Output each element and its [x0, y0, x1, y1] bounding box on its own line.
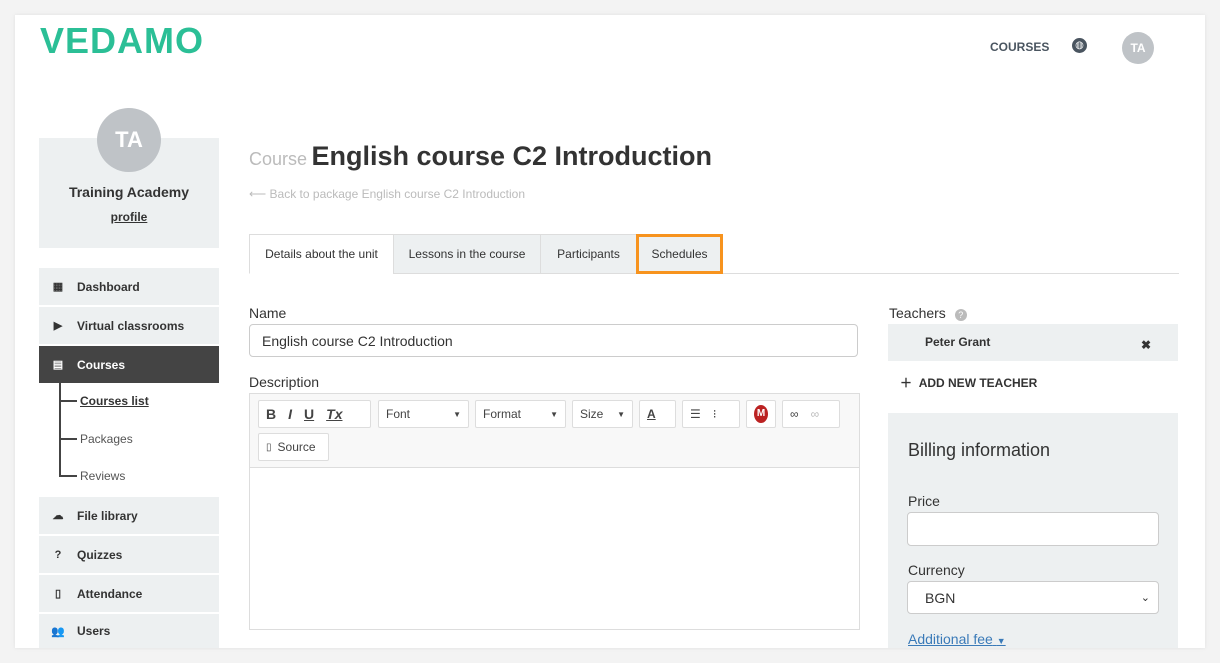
- basic-styles-group: B I U Tx: [258, 400, 371, 428]
- teacher-name: Peter Grant: [925, 335, 991, 349]
- numbered-list-icon[interactable]: ☰: [690, 407, 701, 421]
- bulleted-list-icon[interactable]: ⁝: [713, 407, 717, 421]
- tab-schedules[interactable]: Schedules: [636, 234, 723, 274]
- teacher-row: Peter Grant ✖: [888, 324, 1178, 361]
- caret-down-icon: ▼: [453, 409, 461, 419]
- caret-down-icon: ▼: [550, 409, 558, 419]
- source-button[interactable]: ▯ Source: [258, 433, 329, 461]
- source-label: Source: [277, 440, 316, 454]
- play-icon: ▶: [53, 320, 63, 332]
- sidebar-sub-packages[interactable]: Packages: [80, 432, 133, 446]
- tab-bar: Details about the unit Lessons in the co…: [249, 234, 1179, 274]
- currency-select[interactable]: BGN ⌄: [907, 581, 1159, 614]
- users-icon: 👥: [51, 625, 65, 638]
- profile-link[interactable]: profile: [39, 210, 219, 224]
- additional-fee-toggle[interactable]: Additional fee ▼: [908, 631, 1006, 647]
- document-icon: ▯: [54, 588, 62, 600]
- teachers-label-text: Teachers: [889, 305, 946, 321]
- sidebar-item-users[interactable]: 👥 Users: [39, 614, 219, 648]
- name-input[interactable]: English course C2 Introduction: [249, 324, 858, 357]
- profile-name: Training Academy: [68, 184, 190, 200]
- book-icon: ▤: [52, 359, 64, 371]
- caret-down-icon: ▼: [996, 636, 1006, 646]
- price-label: Price: [908, 493, 940, 509]
- sidebar-item-courses[interactable]: ▤ Courses: [39, 346, 219, 383]
- sidebar-label: Dashboard: [77, 279, 140, 294]
- format-label: Format: [483, 407, 522, 421]
- sidebar-item-attendance[interactable]: ▯ Attendance: [39, 575, 219, 612]
- font-label: Font: [386, 407, 411, 421]
- sidebar-label: Courses: [77, 357, 126, 372]
- size-dropdown[interactable]: Size ▼: [572, 400, 633, 428]
- tree-line: [59, 383, 61, 477]
- remove-teacher-icon[interactable]: ✖: [1141, 338, 1151, 352]
- text-color-button[interactable]: A: [639, 400, 676, 428]
- sidebar-label: Attendance: [77, 586, 143, 601]
- link-icon[interactable]: ∞: [790, 407, 799, 421]
- math-plugin-button[interactable]: M: [746, 400, 776, 428]
- vedamo-logo[interactable]: VEDAMO: [40, 20, 204, 62]
- sidebar-item-quizzes[interactable]: ? Quizzes: [39, 536, 219, 573]
- math-m-icon: M: [754, 405, 768, 423]
- title-text: English course C2 Introduction: [311, 141, 713, 171]
- add-teacher-label: ADD NEW TEACHER: [918, 376, 1038, 390]
- name-label: Name: [249, 305, 287, 321]
- unlink-icon[interactable]: ∞: [811, 407, 820, 421]
- bold-button[interactable]: B: [266, 406, 276, 422]
- additional-fee-label: Additional fee: [908, 631, 993, 647]
- add-teacher-button[interactable]: ＋ ADD NEW TEACHER: [900, 374, 1037, 391]
- tree-tick: [59, 438, 77, 440]
- cloud-upload-icon: ☁: [52, 510, 64, 522]
- size-label: Size: [580, 407, 604, 421]
- currency-value: BGN: [925, 589, 956, 606]
- sidebar-item-file-library[interactable]: ☁ File library: [39, 497, 219, 534]
- sidebar-item-virtual-classrooms[interactable]: ▶ Virtual classrooms: [39, 307, 219, 344]
- help-icon[interactable]: ?: [954, 309, 967, 321]
- user-avatar[interactable]: TA: [1122, 32, 1154, 64]
- format-dropdown[interactable]: Format ▼: [475, 400, 566, 428]
- chevron-down-icon: ⌄: [1140, 592, 1150, 604]
- question-icon: ?: [54, 548, 62, 561]
- remove-format-button[interactable]: Tx: [326, 406, 342, 422]
- sidebar-label: Virtual classrooms: [77, 318, 185, 333]
- font-dropdown[interactable]: Font ▼: [378, 400, 469, 428]
- page-title: Course English course C2 Introduction: [249, 141, 712, 172]
- underline-button[interactable]: U: [304, 406, 314, 422]
- italic-button[interactable]: I: [288, 406, 292, 422]
- sidebar-sub-courses-list[interactable]: Courses list: [80, 394, 149, 408]
- sidebar-sub-reviews[interactable]: Reviews: [80, 469, 125, 483]
- list-group: ☰ ⁝: [682, 400, 740, 428]
- tree-tick: [59, 475, 77, 477]
- sidebar-label: File library: [77, 508, 138, 523]
- profile-avatar: TA: [97, 108, 161, 172]
- billing-title: Billing information: [908, 440, 1051, 460]
- nav-courses[interactable]: COURSES: [990, 40, 1049, 54]
- dashboard-icon: ▦: [52, 281, 64, 293]
- tab-details[interactable]: Details about the unit: [249, 234, 394, 274]
- title-prefix: Course: [249, 149, 308, 169]
- source-icon: ▯: [266, 441, 272, 453]
- sidebar-label: Quizzes: [77, 547, 123, 562]
- tree-tick: [59, 400, 77, 402]
- link-group: ∞ ∞: [782, 400, 840, 428]
- price-input[interactable]: [907, 512, 1159, 546]
- currency-label: Currency: [908, 562, 965, 578]
- tab-participants[interactable]: Participants: [540, 234, 637, 274]
- sidebar-item-dashboard[interactable]: ▦ Dashboard: [39, 268, 219, 305]
- plus-icon: ＋: [900, 376, 913, 390]
- teachers-label: Teachers ?: [889, 305, 967, 321]
- description-label: Description: [249, 374, 320, 390]
- globe-icon[interactable]: ◍: [1072, 38, 1087, 53]
- caret-down-icon: ▼: [617, 409, 625, 419]
- tab-lessons[interactable]: Lessons in the course: [393, 234, 541, 274]
- sidebar-label: Users: [77, 624, 111, 638]
- back-link[interactable]: ⟵ Back to package English course C2 Intr…: [249, 187, 525, 201]
